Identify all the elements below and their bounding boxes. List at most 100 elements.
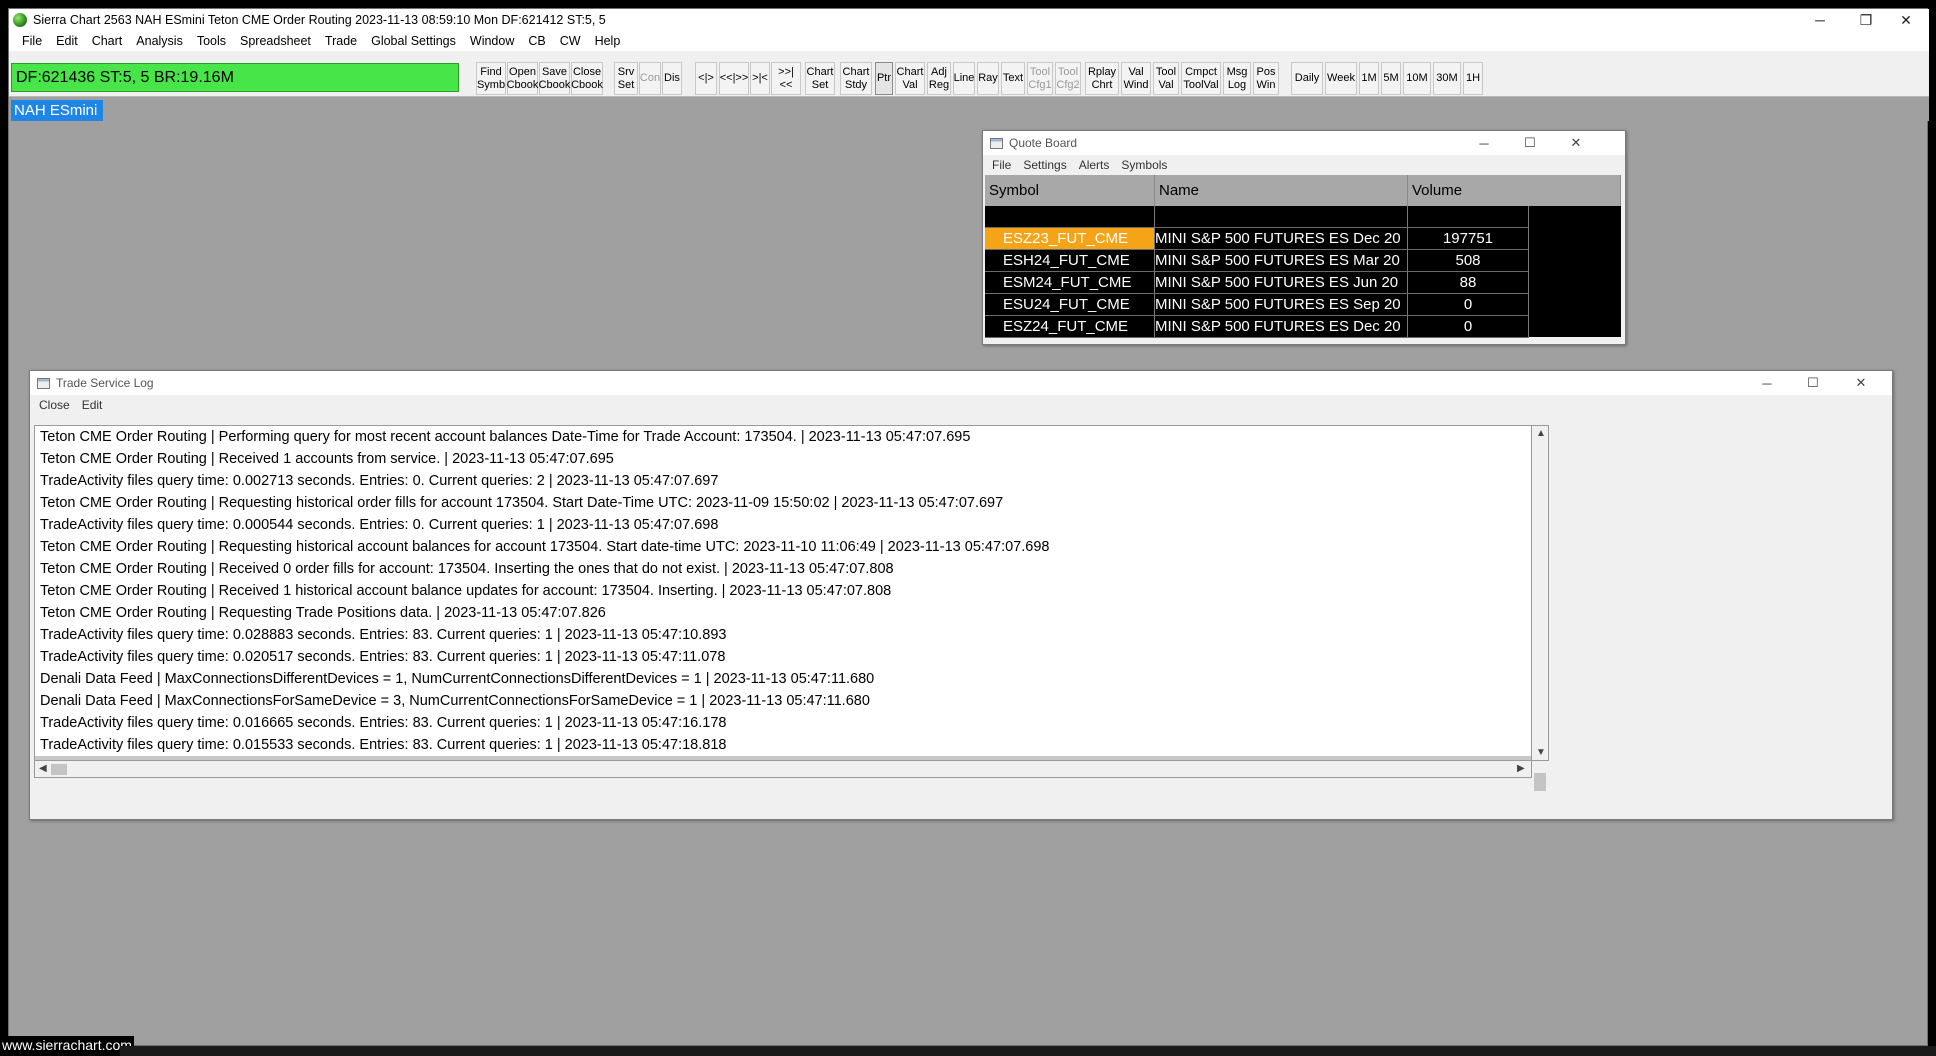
trade-log-minimize-button[interactable]: ─: [1744, 371, 1790, 395]
vertical-scrollbar[interactable]: ▲ ▼: [1532, 425, 1549, 791]
toolbar-button-ptr[interactable]: Ptr: [875, 62, 893, 95]
log-line[interactable]: TradeActivity files query time: 0.028883…: [35, 624, 1531, 646]
menu-file[interactable]: File: [15, 34, 49, 48]
watermark: www.sierrachart.com: [0, 1036, 134, 1054]
log-line[interactable]: Teton CME Order Routing | Performing que…: [35, 426, 1531, 448]
toolbar-button-text[interactable]: Text: [1001, 62, 1025, 95]
log-line[interactable]: Denali Data Feed | MaxConnectionsForSame…: [35, 690, 1531, 712]
trade-log-menu-bar: Close Edit: [30, 395, 1892, 415]
toolbar-button-item[interactable]: <<|>>: [719, 62, 749, 95]
quote-board-menu-symbols[interactable]: Symbols: [1115, 158, 1173, 172]
toolbar-button-1m[interactable]: 1M: [1359, 62, 1379, 95]
quote-board-menu-file[interactable]: File: [986, 158, 1017, 172]
log-line[interactable]: Teton CME Order Routing | Requesting his…: [35, 492, 1531, 514]
connection-status-panel: DF:621436 ST:5, 5 BR:19.16M: [11, 63, 459, 92]
quote-row[interactable]: ESZ23_FUT_CME MINI S&P 500 FUTURES ES Dec…: [985, 228, 1621, 250]
quote-board-menu-settings[interactable]: Settings: [1017, 158, 1072, 172]
horizontal-scroll-thumb[interactable]: [51, 764, 67, 775]
scroll-left-icon[interactable]: ◀: [39, 764, 47, 774]
menu-spreadsheet[interactable]: Spreadsheet: [233, 34, 318, 48]
quote-row[interactable]: ESH24_FUT_CME MINI S&P 500 FUTURES ES Mar…: [985, 250, 1621, 272]
quote-row[interactable]: [985, 206, 1621, 228]
toolbar-button-30m[interactable]: 30M: [1433, 62, 1461, 95]
close-button[interactable]: ✕: [1883, 9, 1929, 31]
toolbar-button-item[interactable]: >|<: [750, 62, 770, 95]
horizontal-scrollbar[interactable]: ◀ ▶: [34, 761, 1532, 778]
log-line[interactable]: TradeActivity files query time: 0.015533…: [35, 734, 1531, 756]
quote-row[interactable]: ESU24_FUT_CME MINI S&P 500 FUTURES ES Sep…: [985, 294, 1621, 316]
toolbar-button-daily[interactable]: Daily: [1291, 62, 1323, 95]
menu-help[interactable]: Help: [588, 34, 628, 48]
chart-tab-nah-esmini[interactable]: NAH ESmini: [11, 100, 103, 121]
main-window: Sierra Chart 2563 NAH ESmini Teton CME O…: [8, 8, 1929, 1046]
toolbar-button-1h[interactable]: 1H: [1463, 62, 1483, 95]
toolbar-button-chart-stdy[interactable]: Chart Stdy: [840, 62, 872, 95]
menu-tools[interactable]: Tools: [190, 34, 233, 48]
log-line[interactable]: Teton CME Order Routing | Requesting Tra…: [35, 602, 1531, 624]
toolbar-button-val-wind[interactable]: Val Wind: [1121, 62, 1151, 95]
menu-global-settings[interactable]: Global Settings: [364, 34, 463, 48]
quote-board-minimize-button[interactable]: ─: [1461, 131, 1507, 155]
toolbar-button-srv-set[interactable]: Srv Set: [614, 62, 638, 95]
scroll-right-icon[interactable]: ▶: [1517, 764, 1525, 774]
column-header-symbol[interactable]: Symbol: [985, 175, 1155, 206]
toolbar-button-line[interactable]: Line: [953, 62, 975, 95]
menu-window[interactable]: Window: [463, 34, 521, 48]
trade-log-menu-edit[interactable]: Edit: [76, 398, 109, 412]
toolbar-button-chart-set[interactable]: Chart Set: [805, 62, 835, 95]
quote-cell-volume: 508: [1408, 250, 1529, 272]
log-line[interactable]: Denali Data Feed | MaxConnectionsDiffere…: [35, 668, 1531, 690]
trade-log-close-button[interactable]: ✕: [1838, 371, 1884, 395]
trade-log-menu-close[interactable]: Close: [33, 398, 76, 412]
trade-log-list[interactable]: Teton CME Order Routing | Performing que…: [34, 425, 1532, 761]
column-header-name[interactable]: Name: [1155, 175, 1408, 206]
toolbar-button-pos-win[interactable]: Pos Win: [1253, 62, 1279, 95]
column-header-volume[interactable]: Volume: [1408, 175, 1621, 206]
log-line[interactable]: TradeActivity files query time: 0.020517…: [35, 646, 1531, 668]
scroll-down-icon[interactable]: ▼: [1536, 748, 1546, 758]
log-line[interactable]: Teton CME Order Routing | Requesting his…: [35, 536, 1531, 558]
quote-board-maximize-button[interactable]: ☐: [1507, 131, 1553, 155]
toolbar-button-10m[interactable]: 10M: [1403, 62, 1431, 95]
quote-board-menu-alerts[interactable]: Alerts: [1073, 158, 1116, 172]
toolbar-button-open-cbook[interactable]: Open Cbook: [507, 62, 538, 95]
log-line[interactable]: TradeActivity files query time: 0.002713…: [35, 470, 1531, 492]
toolbar-button-tool-cfg2[interactable]: Tool Cfg2: [1055, 62, 1081, 95]
vertical-scroll-thumb[interactable]: [1534, 773, 1546, 791]
menu-cw[interactable]: CW: [553, 34, 588, 48]
menu-trade[interactable]: Trade: [318, 34, 364, 48]
toolbar-button-msg-log[interactable]: Msg Log: [1223, 62, 1251, 95]
toolbar-button-tool-val[interactable]: Tool Val: [1153, 62, 1179, 95]
toolbar-button-adj-reg[interactable]: Adj Reg: [927, 62, 951, 95]
toolbar-button-find-symb[interactable]: Find Symb: [476, 62, 506, 95]
toolbar-button-ray[interactable]: Ray: [977, 62, 999, 95]
toolbar-button-cmpct-toolval[interactable]: Cmpct ToolVal: [1181, 62, 1221, 95]
quote-board-close-button[interactable]: ✕: [1553, 131, 1599, 155]
minimize-button[interactable]: ─: [1797, 9, 1843, 31]
trade-log-maximize-button[interactable]: ☐: [1790, 371, 1836, 395]
menu-edit[interactable]: Edit: [49, 34, 85, 48]
menu-cb[interactable]: CB: [521, 34, 552, 48]
log-line[interactable]: Teton CME Order Routing | Received 0 ord…: [35, 558, 1531, 580]
log-line[interactable]: Teton CME Order Routing | Received 1 acc…: [35, 448, 1531, 470]
log-line[interactable]: TradeActivity files query time: 0.000544…: [35, 514, 1531, 536]
toolbar-button-item[interactable]: >>|<<: [771, 62, 801, 95]
log-line[interactable]: Teton CME Order Routing | Received 1 his…: [35, 580, 1531, 602]
toolbar-button-5m[interactable]: 5M: [1381, 62, 1401, 95]
menu-chart[interactable]: Chart: [85, 34, 130, 48]
log-line[interactable]: TradeActivity files query time: 0.016665…: [35, 712, 1531, 734]
scroll-up-icon[interactable]: ▲: [1536, 429, 1546, 439]
menu-analysis[interactable]: Analysis: [129, 34, 190, 48]
toolbar-button-close-cbook[interactable]: Close Cbook: [571, 62, 603, 95]
quote-row[interactable]: ESZ24_FUT_CME MINI S&P 500 FUTURES ES Dec…: [985, 316, 1621, 338]
toolbar-button-con[interactable]: Con: [639, 62, 661, 95]
toolbar-button-save-cbook[interactable]: Save Cbook: [539, 62, 570, 95]
toolbar-button-tool-cfg1[interactable]: Tool Cfg1: [1027, 62, 1053, 95]
quote-board-menu-bar: File Settings Alerts Symbols: [983, 155, 1625, 175]
toolbar-button-dis[interactable]: Dis: [662, 62, 682, 95]
quote-row[interactable]: ESM24_FUT_CME MINI S&P 500 FUTURES ES Jun…: [985, 272, 1621, 294]
toolbar-button-chart-val[interactable]: Chart Val: [895, 62, 925, 95]
toolbar-button-rplay-chrt[interactable]: Rplay Chrt: [1085, 62, 1119, 95]
toolbar-button-week[interactable]: Week: [1325, 62, 1357, 95]
toolbar-button-item[interactable]: <|>: [695, 62, 717, 95]
